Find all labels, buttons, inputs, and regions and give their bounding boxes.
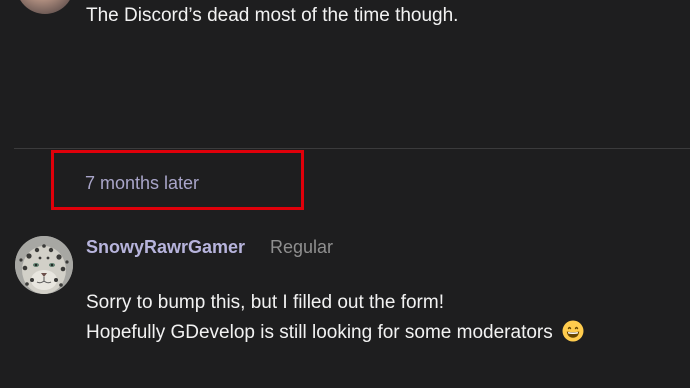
post-body-text-2: Hopefully GDevelop is still looking for … bbox=[86, 322, 553, 343]
user-avatar[interactable] bbox=[15, 236, 73, 294]
post-user-title: Regular bbox=[270, 237, 334, 257]
topic-thread: The Discord’s dead most of the time thou… bbox=[0, 0, 690, 388]
post-divider bbox=[14, 148, 690, 149]
highlight-annotation-box bbox=[51, 150, 304, 210]
post-body-text-1: Sorry to bump this, but I filled out the… bbox=[86, 292, 444, 313]
grinning-face-emoji-icon bbox=[562, 320, 584, 348]
previous-post-avatar[interactable] bbox=[16, 0, 74, 14]
post-body-line-2: Hopefully GDevelop is still looking for … bbox=[86, 320, 584, 348]
post-username[interactable]: SnowyRawrGamer bbox=[86, 237, 245, 258]
previous-post-text: The Discord’s dead most of the time thou… bbox=[86, 5, 459, 26]
post-body-line-1: Sorry to bump this, but I filled out the… bbox=[86, 292, 444, 314]
leopard-avatar-image bbox=[15, 236, 73, 294]
